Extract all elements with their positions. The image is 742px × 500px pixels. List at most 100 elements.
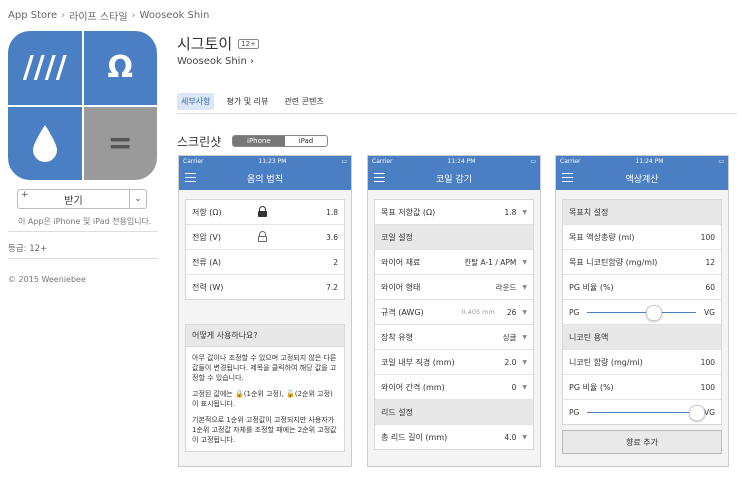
row-subvalue: 0.405 mm bbox=[461, 308, 495, 316]
screenshot-ohms-law[interactable]: Carrier 11:23 PM ▭ 옴의 법칙 저항 (Ω) 1.8 전압 (… bbox=[178, 155, 352, 467]
tab-details[interactable]: 세부사항 bbox=[177, 93, 215, 110]
screenshot-liquid[interactable]: Carrier 11:24 PM ▭ 액상계산 목표치 설정 목표 액상총량 (… bbox=[555, 155, 729, 467]
dropdown-icon: ▼ bbox=[522, 308, 527, 316]
slider-track[interactable] bbox=[587, 304, 697, 321]
row-label: 규격 (AWG) bbox=[381, 307, 424, 317]
list-item: 규격 (AWG) 0.405 mm 26 ▼ bbox=[375, 300, 533, 325]
row-label: 저항 (Ω) bbox=[192, 207, 222, 217]
row-value: 1.8 bbox=[504, 207, 517, 217]
row-label: 총 리드 길이 (mm) bbox=[381, 432, 448, 442]
menu-icon bbox=[562, 173, 573, 182]
dropdown-icon: ▼ bbox=[522, 333, 527, 341]
screenshot-coil[interactable]: Carrier 11:24 PM ▭ 코일 감기 목표 저항값 (Ω) 1.8 ▼ … bbox=[367, 155, 541, 467]
breadcrumb-sep: › bbox=[131, 10, 136, 21]
device-iphone[interactable]: iPhone bbox=[233, 136, 285, 146]
pg-vg-slider[interactable]: PG VG bbox=[563, 400, 721, 424]
developer-link[interactable]: Wooseok Shin › bbox=[177, 56, 254, 67]
carrier: Carrier bbox=[560, 157, 581, 165]
liquid-group: 목표치 설정 목표 액상총량 (ml) 100 목표 니코틴함량 (mg/ml) 1… bbox=[562, 199, 722, 425]
howto-paragraph: 기본적으로 1순위 고정값이 고정되지만 사용자가 1순위 고정값 자체를 조정… bbox=[192, 416, 337, 444]
row-label: 장착 유형 bbox=[381, 332, 413, 342]
screen-title: 옴의 법칙 bbox=[247, 174, 283, 185]
row-value: 1.8 bbox=[326, 207, 338, 217]
add-flavor-button[interactable]: 향료 추가 bbox=[562, 430, 722, 454]
list-item: 전력 (W) 7.2 bbox=[186, 275, 344, 299]
chevron-down-icon[interactable]: ⌄ bbox=[129, 190, 146, 208]
battery-icon: ▭ bbox=[341, 157, 347, 165]
status-bar: Carrier 11:24 PM ▭ bbox=[556, 156, 728, 166]
breadcrumb: App Store › 라이프 스타일 › Wooseok Shin bbox=[8, 8, 209, 23]
row-value: 7.2 bbox=[326, 282, 338, 292]
row-label: PG 비율 (%) bbox=[569, 382, 614, 392]
get-button[interactable]: + 받기 ⌄ bbox=[17, 189, 147, 209]
device-toggle: iPhone iPad bbox=[232, 135, 329, 147]
row-label: 목표 니코틴함량 (mg/ml) bbox=[569, 257, 658, 267]
breadcrumb-app-store[interactable]: App Store bbox=[8, 10, 57, 21]
divider bbox=[177, 113, 737, 114]
row-label: 전압 (V) bbox=[192, 232, 221, 242]
nav-bar: 코일 감기 bbox=[368, 166, 540, 190]
list-item: 목표 니코틴함량 (mg/ml) 12 bbox=[563, 250, 721, 275]
equals-icon: = bbox=[83, 106, 157, 180]
list-item: 저항 (Ω) 1.8 bbox=[186, 200, 344, 225]
slider-max-label: VG bbox=[704, 407, 715, 417]
row-label: 목표 액상총량 (ml) bbox=[569, 232, 635, 242]
row-value: 4.0 bbox=[504, 432, 517, 442]
row-label: 와이어 간격 (mm) bbox=[381, 382, 445, 392]
howto-paragraph: 고정된 값에는 🔒(1순위 고정), 🔓(2순위 고정)이 표시됩니다. bbox=[192, 390, 333, 408]
device-ipad[interactable]: iPad bbox=[285, 136, 328, 146]
row-value: 칸탈 A-1 / APM bbox=[464, 257, 517, 267]
carrier: Carrier bbox=[183, 157, 204, 165]
row-value: 3.6 bbox=[326, 232, 338, 242]
screen-content: 목표치 설정 목표 액상총량 (ml) 100 목표 니코틴함량 (mg/ml) 1… bbox=[556, 190, 728, 466]
screen-title: 액상계산 bbox=[625, 174, 659, 185]
coil-group: 목표 저항값 (Ω) 1.8 ▼ 코일 설정 와이어 재료 칸탈 A-1 / APM ▼… bbox=[374, 199, 534, 450]
tab-reviews[interactable]: 평가 및 리뷰 bbox=[222, 93, 272, 110]
row-label: PG 비율 (%) bbox=[569, 282, 614, 292]
drop-icon bbox=[8, 106, 82, 180]
menu-icon bbox=[185, 173, 196, 182]
time: 11:24 PM bbox=[447, 157, 476, 165]
slider-track[interactable] bbox=[587, 404, 706, 421]
breadcrumb-sep: › bbox=[61, 10, 66, 21]
nav-bar: 액상계산 bbox=[556, 166, 728, 190]
list-item: PG 비율 (%) 60 bbox=[563, 275, 721, 300]
slider-max-label: VG bbox=[704, 307, 715, 317]
tab-bar: 세부사항 평가 및 리뷰 관련 콘텐츠 bbox=[177, 93, 328, 110]
slider-min-label: PG bbox=[569, 307, 580, 317]
tab-related[interactable]: 관련 콘텐츠 bbox=[280, 93, 327, 110]
dropdown-icon: ▼ bbox=[522, 358, 527, 366]
carrier: Carrier bbox=[372, 157, 393, 165]
row-value: 100 bbox=[700, 232, 715, 242]
row-label: 니코틴 함량 (mg/ml) bbox=[569, 357, 643, 367]
section-header: 목표치 설정 bbox=[563, 200, 721, 225]
slider-min-label: PG bbox=[569, 407, 580, 417]
pg-vg-slider[interactable]: PG VG bbox=[563, 300, 721, 325]
dropdown-icon: ▼ bbox=[522, 383, 527, 391]
howto-paragraph: 아무 값이나 조정할 수 있으며 고정되지 않은 다른 값들이 변경됩니다. 제… bbox=[192, 354, 337, 382]
slider-knob[interactable] bbox=[645, 304, 662, 321]
row-value: 0 bbox=[511, 382, 517, 392]
time: 11:23 PM bbox=[258, 157, 287, 165]
row-label: 전력 (W) bbox=[192, 282, 224, 292]
slider-knob[interactable] bbox=[689, 404, 706, 421]
breadcrumb-developer[interactable]: Wooseok Shin bbox=[140, 10, 210, 21]
list-item: 와이어 재료 칸탈 A-1 / APM ▼ bbox=[375, 250, 533, 275]
section-label: 목표치 설정 bbox=[569, 207, 609, 217]
divider bbox=[8, 231, 158, 232]
list-item: 장착 유형 싱글 ▼ bbox=[375, 325, 533, 350]
get-button-label: 받기 bbox=[64, 195, 83, 207]
row-label: 전류 (A) bbox=[192, 257, 221, 267]
developer-name: Wooseok Shin bbox=[177, 56, 247, 67]
unlock-icon bbox=[258, 231, 267, 242]
list-item: 코일 내부 직경 (mm) 2.0 ▼ bbox=[375, 350, 533, 375]
battery-icon: ▭ bbox=[718, 157, 724, 165]
dropdown-icon: ▼ bbox=[522, 258, 527, 266]
age-badge: 12+ bbox=[238, 38, 259, 49]
dropdown-icon: ▼ bbox=[522, 283, 527, 291]
breadcrumb-category[interactable]: 라이프 스타일 bbox=[69, 8, 127, 23]
row-label: 와이어 형태 bbox=[381, 282, 421, 292]
status-bar: Carrier 11:23 PM ▭ bbox=[179, 156, 351, 166]
list-item: 전압 (V) 3.6 bbox=[186, 225, 344, 250]
howto-title: 어떻게 사용하나요? bbox=[186, 325, 344, 347]
